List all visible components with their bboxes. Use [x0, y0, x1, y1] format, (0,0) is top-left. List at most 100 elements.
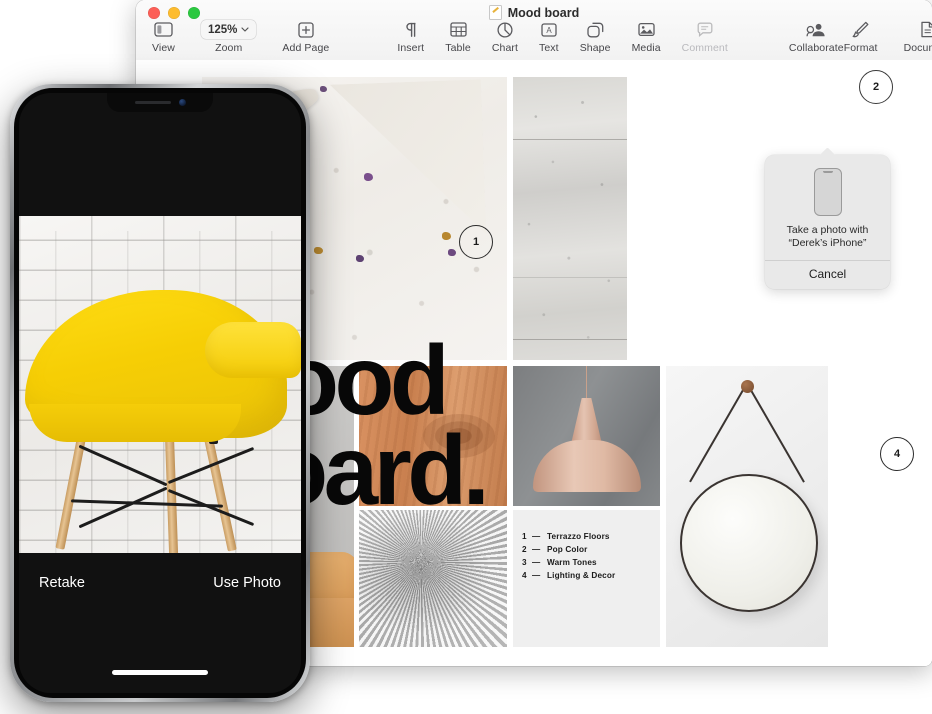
mirror-strap [747, 384, 806, 483]
iphone-notch [107, 93, 213, 112]
terrazzo-fleck [448, 249, 456, 256]
image-round-hanging-mirror[interactable] [666, 366, 828, 647]
cancel-button[interactable]: Cancel [765, 261, 890, 289]
list-item-number: 3 [522, 558, 527, 567]
image-concrete-wall-texture[interactable] [513, 77, 627, 360]
list-item-dash: — [532, 571, 541, 580]
minimize-button[interactable] [168, 7, 180, 19]
list-item-number: 2 [522, 545, 527, 554]
svg-text:A: A [546, 26, 552, 35]
keynote-document-icon [488, 5, 502, 20]
popover-message-line-1: Take a photo with [786, 224, 869, 236]
concrete-seam [513, 277, 627, 278]
fur-shading [359, 510, 507, 647]
annotation-badge-2[interactable]: 2 [859, 70, 893, 104]
toolbar-collaborate-label: Collaborate [788, 42, 844, 54]
zoom-select[interactable]: 125% [200, 20, 257, 39]
list-item: 4 — Lighting & Decor [522, 571, 615, 580]
toolbar-shape-button[interactable]: Shape [580, 20, 611, 54]
toolbar-collaborate-button[interactable]: Collaborate [789, 20, 844, 54]
toolbar-view-label: View [152, 42, 175, 54]
photo-preview [19, 216, 301, 571]
mood-board-list-panel[interactable]: 1 — Terrazzo Floors 2 — Pop Color 3 — Wa… [513, 510, 660, 647]
toolbar-add-page-button[interactable]: Add Page [282, 20, 329, 54]
list-item: 3 — Warm Tones [522, 558, 615, 567]
iphone-icon [813, 168, 842, 216]
toolbar-shape-label: Shape [579, 42, 611, 54]
terrazzo-fleck [320, 86, 327, 92]
window-title-text: Mood board [507, 5, 580, 20]
terrazzo-fleck [314, 247, 323, 254]
toolbar-media-button[interactable]: Media [632, 20, 661, 54]
toolbar-document-button[interactable]: Document [904, 20, 932, 54]
toolbar-view-button[interactable]: View [152, 20, 175, 54]
annotation-badge-4[interactable]: 4 [880, 437, 914, 471]
list-item-label: Pop Color [547, 545, 588, 554]
list-item-number: 4 [522, 571, 527, 580]
window-titlebar: Mood board View 125% Zoom Add Page Inser… [136, 0, 932, 61]
concrete-noise [513, 77, 627, 360]
toolbar-add-page-label: Add Page [282, 42, 330, 54]
table-icon [449, 20, 467, 39]
pilcrow-icon [404, 20, 418, 39]
mirror-strap [689, 384, 748, 483]
list-item-number: 1 [522, 532, 527, 541]
annotation-badge-1[interactable]: 1 [459, 225, 493, 259]
image-grey-fur-rug[interactable] [359, 510, 507, 647]
use-photo-button[interactable]: Use Photo [213, 575, 281, 591]
home-indicator[interactable] [112, 670, 208, 675]
iphone-screen[interactable]: Retake Use Photo [19, 93, 301, 693]
toolbar-zoom-label: Zoom [215, 42, 243, 54]
sidebar-icon [154, 20, 173, 39]
yellow-chair-arm [205, 322, 301, 378]
image-copper-pendant-lamp[interactable] [513, 366, 660, 506]
pie-chart-icon [497, 20, 513, 39]
lamp-neck [571, 398, 602, 442]
toolbar-insert-label: Insert [397, 42, 425, 54]
shape-icon [586, 20, 604, 39]
zoom-value: 125% [207, 23, 238, 36]
document-icon [921, 20, 932, 39]
wood-knot [423, 414, 495, 458]
front-camera-icon [178, 99, 186, 106]
photo-action-row: Retake Use Photo [19, 575, 301, 591]
paintbrush-icon [852, 20, 869, 39]
popover-message: Take a photo with “Derek’s iPhone” [787, 224, 869, 251]
maximize-button[interactable] [188, 7, 200, 19]
plus-square-icon [298, 20, 314, 39]
list-item-label: Terrazzo Floors [547, 532, 610, 541]
terrazzo-fleck [356, 255, 364, 262]
toolbar-table-label: Table [445, 42, 471, 54]
take-photo-popover: Take a photo with “Derek’s iPhone” Cance… [765, 155, 890, 289]
toolbar-document-label: Document [903, 42, 932, 54]
comment-bubble-icon [697, 20, 713, 39]
close-button[interactable] [148, 7, 160, 19]
lamp-cord [585, 366, 588, 400]
list-item-label: Lighting & Decor [547, 571, 616, 580]
lamp-shade [532, 440, 641, 492]
toolbar-comment-button[interactable]: Comment [682, 20, 728, 54]
mirror-wall-knob [740, 380, 754, 393]
concrete-seam [513, 339, 627, 340]
terrazzo-fleck [364, 173, 373, 181]
window-title: Mood board [136, 5, 932, 20]
image-wood-grain-texture[interactable] [359, 366, 507, 506]
text-box-icon: A [541, 20, 557, 39]
iphone-device: Retake Use Photo [10, 84, 310, 702]
terrazzo-fleck [442, 232, 451, 240]
toolbar-text-button[interactable]: A Text [539, 20, 559, 54]
popover-body: Take a photo with “Derek’s iPhone” [765, 155, 890, 260]
toolbar-format-button[interactable]: Format [844, 20, 878, 54]
toolbar-insert-button[interactable]: Insert [397, 20, 424, 54]
toolbar-media-label: Media [631, 42, 661, 54]
toolbar-text-label: Text [539, 42, 559, 54]
retake-button[interactable]: Retake [39, 575, 85, 591]
toolbar-zoom-control[interactable]: 125% Zoom [200, 20, 257, 54]
toolbar-chart-button[interactable]: Chart [492, 20, 518, 54]
toolbar-table-button[interactable]: Table [445, 20, 471, 54]
earpiece-speaker-icon [134, 100, 171, 105]
toolbar-comment-label: Comment [681, 42, 728, 54]
toolbar-chart-label: Chart [491, 42, 519, 54]
collaborate-person-icon [806, 20, 826, 39]
traffic-lights [148, 7, 200, 19]
